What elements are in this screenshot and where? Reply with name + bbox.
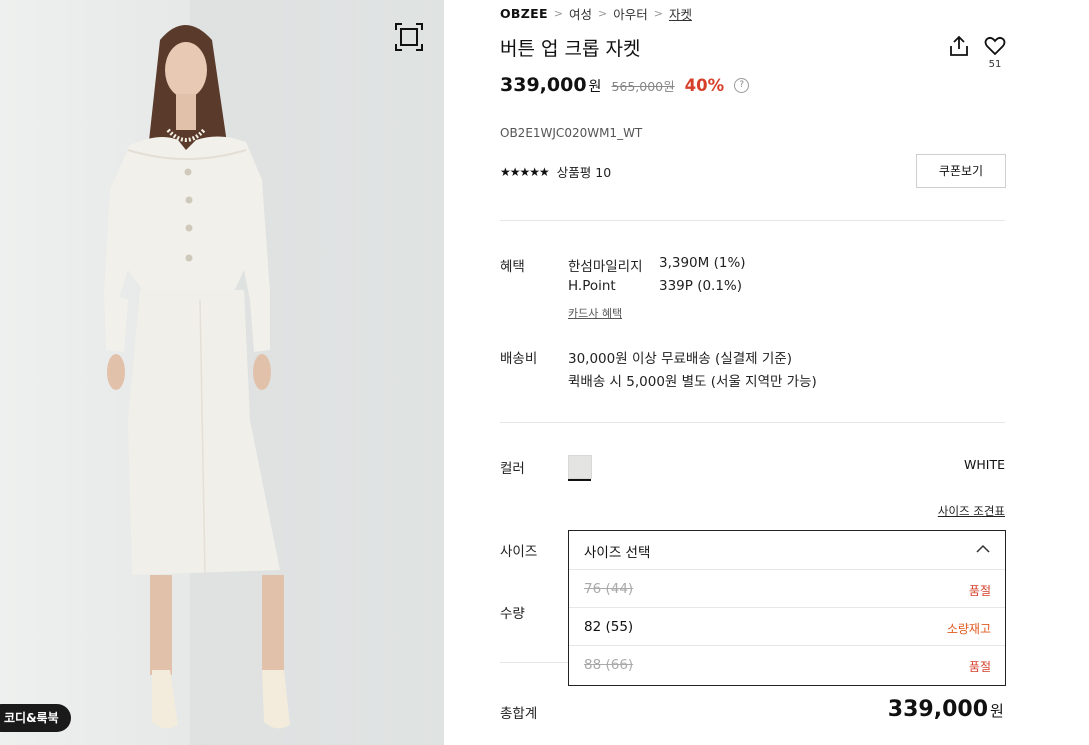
- shipping-info-line: 30,000원 이상 무료배송 (실결제 기준): [568, 351, 792, 367]
- size-option-88[interactable]: 88 (66) 품절: [569, 645, 1005, 684]
- rating-summary[interactable]: ★★★★★ 상품평 10: [500, 162, 611, 181]
- quantity-label: 수량: [500, 606, 525, 622]
- chevron-right-icon: >: [553, 7, 564, 20]
- breadcrumb-link-jacket[interactable]: 자켓: [669, 4, 692, 23]
- like-count: 51: [988, 59, 1002, 70]
- chevron-right-icon: >: [653, 7, 663, 20]
- swatch-selected-indicator: [568, 479, 591, 481]
- size-option-name: 82 (55): [584, 619, 634, 635]
- sale-price: 339,000: [500, 74, 587, 96]
- breadcrumb: OBZEE > 여성 > 아우터 > 자켓: [500, 4, 692, 23]
- view-coupon-button[interactable]: 쿠폰보기: [916, 154, 1006, 188]
- chevron-right-icon: >: [598, 7, 608, 20]
- question-help-icon[interactable]: ?: [734, 77, 750, 93]
- divider: [500, 422, 1005, 423]
- color-label: 컬러: [500, 461, 525, 477]
- total-price-unit: 원: [990, 702, 1004, 720]
- fullscreen-expand-icon[interactable]: [394, 22, 424, 52]
- size-option-76[interactable]: 76 (44) 품절: [569, 569, 1005, 608]
- size-option-82[interactable]: 82 (55) 소량재고: [569, 607, 1005, 646]
- heart-icon[interactable]: [983, 34, 1007, 58]
- divider: [500, 662, 568, 663]
- benefit-value: 3,390M (1%): [659, 255, 746, 271]
- benefit-name: H.Point: [568, 278, 616, 294]
- model-figure: [104, 25, 290, 729]
- size-select-placeholder: 사이즈 선택: [584, 545, 651, 561]
- benefits-label: 혜택: [500, 259, 525, 275]
- shipping-info-line: 퀵배송 시 5,000원 별도 (서울 지역만 가능): [568, 374, 817, 390]
- breadcrumb-link-women[interactable]: 여성: [569, 4, 592, 23]
- size-option-name: 76 (44): [584, 581, 634, 597]
- low-stock-badge: 소량재고: [946, 622, 991, 636]
- color-swatch-white[interactable]: [568, 455, 592, 479]
- price-unit: 원: [588, 79, 602, 95]
- original-price: 565,000원: [611, 79, 675, 94]
- product-image[interactable]: 코디&룩북: [0, 0, 444, 745]
- star-rating-icon: ★★★★★: [500, 164, 550, 179]
- lookbook-button[interactable]: 코디&룩북: [0, 704, 71, 732]
- size-option-name: 88 (66): [584, 657, 634, 673]
- price-row: 339,000 원 565,000원 40% ?: [500, 74, 750, 96]
- breadcrumb-link-outer[interactable]: 아우터: [613, 4, 648, 23]
- size-select-dropdown[interactable]: 사이즈 선택 76 (44) 품절 82 (55) 소량재고 88 (66) 품…: [568, 530, 1006, 686]
- size-chart-link[interactable]: 사이즈 조견표: [930, 503, 1005, 519]
- size-label: 사이즈: [500, 544, 538, 560]
- total-label: 총합계: [500, 706, 538, 722]
- sold-out-badge: 품절: [968, 584, 991, 598]
- discount-rate: 40%: [684, 76, 725, 95]
- shipping-label: 배송비: [500, 351, 538, 367]
- chevron-up-icon: [976, 544, 990, 553]
- card-benefit-link[interactable]: 카드사 혜택: [568, 305, 622, 321]
- size-select-header[interactable]: 사이즈 선택: [569, 531, 1005, 569]
- benefit-name: 한섬마일리지: [568, 259, 643, 275]
- breadcrumb-brand-link[interactable]: OBZEE: [500, 6, 548, 21]
- sold-out-badge: 품절: [968, 660, 991, 674]
- divider: [500, 220, 1005, 221]
- benefit-value: 339P (0.1%): [659, 278, 743, 294]
- product-sku: OB2E1WJC020WM1_WT: [500, 126, 643, 140]
- selected-color-name: WHITE: [964, 457, 1005, 472]
- product-title: 버튼 업 크롭 자켓: [500, 38, 641, 60]
- share-icon[interactable]: [947, 34, 971, 58]
- total-price: 339,000: [887, 697, 988, 722]
- review-count-link[interactable]: 상품평 10: [557, 162, 611, 181]
